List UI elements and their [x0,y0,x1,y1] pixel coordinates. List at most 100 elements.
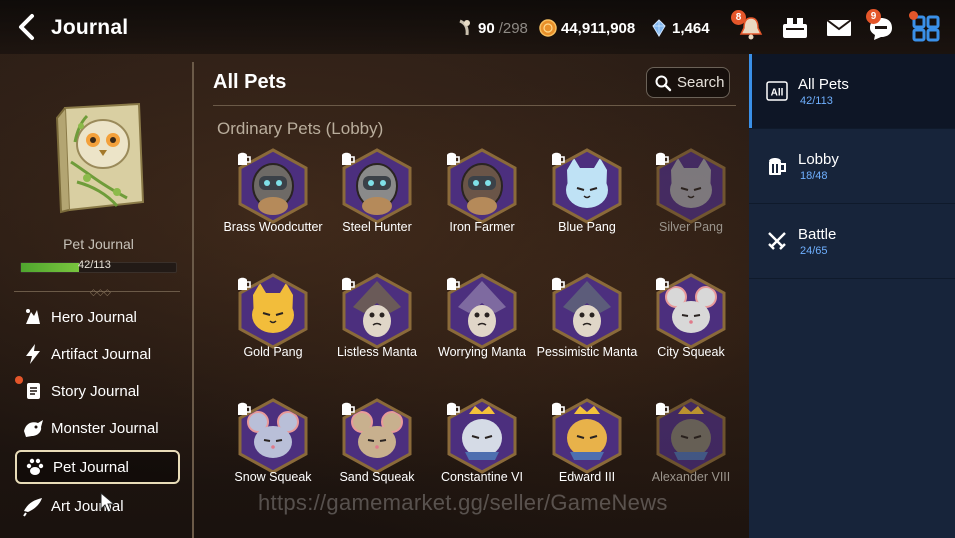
nav-hero-journal[interactable]: Hero Journal [15,300,180,334]
tab-separator [749,278,955,279]
pet-name: Alexander VIII [651,470,731,484]
lobby-mug-icon [447,277,460,290]
lobby-mug-icon [342,152,355,165]
stamina-max: /298 [498,19,528,37]
nav-story-journal[interactable]: Story Journal [15,374,180,408]
lobby-mug-icon [656,402,669,415]
lobby-mug-icon [342,402,355,415]
pet-list-panel: All Pets Search Ordinary Pets (Lobby) Br… [198,54,746,538]
book-label: Pet Journal [63,236,134,252]
lobby-mug-icon [656,277,669,290]
lobby-mug-icon [552,152,565,165]
lobby-mug-icon [552,402,565,415]
pet-name: City Squeak [657,345,725,359]
paw-icon [26,458,44,475]
tab-label: Battle [798,226,837,243]
journal-progress-fill [21,263,79,272]
pet-name: Brass Woodcutter [223,220,323,234]
search-icon [655,75,672,91]
pet-card[interactable]: Gold Pang [223,273,323,393]
tab-count: 42/113 [800,95,833,107]
gold-coin-icon [539,19,557,37]
lightning-icon [26,344,40,364]
all-icon: All [766,81,788,101]
journal-sidebar: Pet Journal 42/113 ◇◇◇ Hero Journal Arti… [0,54,190,538]
tab-all-pets[interactable]: All All Pets 42/113 [749,54,955,128]
hero-icon [26,309,40,324]
team-icon[interactable] [780,14,810,42]
watermark-text: https://gamemarket.gg/seller/GameNews [258,490,668,515]
crystal-amount: 1,464 [672,19,710,37]
section-title: All Pets [213,71,287,93]
nav-pet-journal[interactable]: Pet Journal [15,450,180,484]
all-icon-text: All [771,88,784,99]
tab-label: All Pets [798,76,849,93]
tab-count: 24/65 [800,245,828,257]
crystal-display[interactable]: 1,464 [650,19,710,37]
lobby-mug-icon [238,152,251,165]
nav-art-journal[interactable]: Art Journal [15,489,180,523]
divider-ornament: ◇◇◇ [90,287,111,297]
pet-name: Steel Hunter [342,220,412,234]
pet-card[interactable]: Blue Pang [537,148,637,268]
nav-label: Hero Journal [51,308,137,326]
mail-icon[interactable] [824,14,854,42]
top-bar: Journal 90/298 44,911,908 1,464 8 9 [0,0,955,54]
lobby-mug-icon [238,277,251,290]
lobby-mug-icon [552,277,565,290]
pet-name: Snow Squeak [234,470,312,484]
notification-badge: 8 [731,10,746,25]
pet-card[interactable]: Brass Woodcutter [223,148,323,268]
gold-amount: 44,911,908 [561,19,636,37]
nav-label: Pet Journal [53,458,129,476]
pet-name: Pessimistic Manta [536,345,638,359]
pet-name: Listless Manta [337,345,417,359]
search-label: Search [677,74,725,91]
brush-icon [23,498,42,517]
sidebar-scroll-track[interactable] [192,62,194,538]
scroll-icon [27,383,40,399]
lobby-mug-icon [447,402,460,415]
nav-label: Monster Journal [51,419,159,437]
stamina-icon [459,19,470,36]
tab-battle[interactable]: Battle 24/65 [749,204,955,278]
menu-dot [909,11,918,20]
tab-label: Lobby [798,151,839,168]
pet-card[interactable]: Worrying Manta [432,273,532,393]
pet-name: Blue Pang [558,220,616,234]
gold-display[interactable]: 44,911,908 [539,19,635,37]
lobby-mug-icon [447,152,460,165]
pet-card[interactable]: Iron Farmer [432,148,532,268]
tab-lobby[interactable]: Lobby 18/48 [749,129,955,203]
lobby-mug-icon [656,152,669,165]
pet-name: Sand Squeak [339,470,415,484]
lobby-mug-icon [238,402,251,415]
category-label: Ordinary Pets (Lobby) [217,119,384,138]
nav-monster-journal[interactable]: Monster Journal [15,411,180,445]
filter-tabs-panel: All All Pets 42/113 Lobby 18/48 Battle 2… [749,54,955,538]
pet-name: Iron Farmer [449,220,515,234]
search-button[interactable]: Search [646,67,730,98]
pet-card[interactable]: Listless Manta [327,273,427,393]
swords-icon [768,232,786,250]
pet-name: Silver Pang [659,220,723,234]
monster-icon [24,420,43,437]
nav-label: Story Journal [51,382,140,400]
pet-card[interactable]: City Squeak [641,273,741,393]
stamina-current: 90 [478,19,495,37]
pet-card[interactable]: Silver Pang [641,148,741,268]
header-divider [213,105,736,106]
crystal-icon [652,19,666,37]
nav-artifact-journal[interactable]: Artifact Journal [15,337,180,371]
pet-name: Edward III [558,470,616,484]
pet-name: Gold Pang [243,345,303,359]
lobby-mug-icon [342,277,355,290]
pet-card[interactable]: Steel Hunter [327,148,427,268]
tab-count: 18/48 [800,170,828,182]
pet-card[interactable]: Pessimistic Manta [537,273,637,393]
back-arrow-icon[interactable] [14,13,42,41]
stamina-display[interactable]: 90/298 [456,19,528,37]
chat-badge: 9 [866,9,881,24]
mouse-cursor-icon [100,492,116,513]
mug-icon [769,158,786,175]
